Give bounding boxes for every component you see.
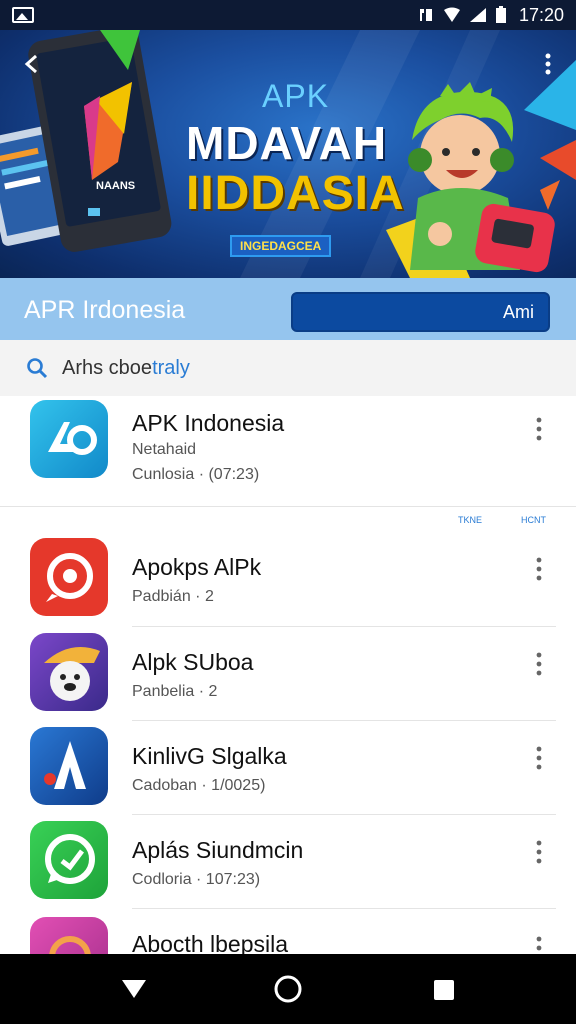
- app-subtitle: Padbián · 2: [132, 588, 214, 605]
- section-title: APR Irdonesia: [24, 296, 186, 324]
- signal-icon: [469, 8, 486, 22]
- app-subtitle: Netahaid: [132, 441, 197, 458]
- banner-title-line1: MDAVAH: [186, 117, 388, 169]
- list-item[interactable]: Apokps AlPk Padbián · 2: [0, 532, 576, 626]
- navigation-bar: [0, 954, 576, 1024]
- app-meta: Cunlosia · (07:23): [132, 466, 260, 483]
- item-menu-icon[interactable]: [532, 745, 546, 771]
- app-name: Aplás Siundmcin: [132, 837, 304, 863]
- item-menu-icon[interactable]: [532, 839, 546, 865]
- hero-banner: APK MDAVAH IIDDASIA INGEDAGCEA NAANS: [0, 30, 576, 278]
- list-item[interactable]: Aplás Siundmcin Codloria · 107:23): [0, 815, 576, 909]
- image-icon: [12, 7, 34, 23]
- mini-label: TKNE: [458, 515, 483, 525]
- item-menu-icon[interactable]: [532, 416, 546, 442]
- overflow-menu-icon[interactable]: [538, 52, 558, 76]
- list-item[interactable]: APK Indonesia Netahaid Cunlosia · (07:23…: [0, 396, 576, 506]
- aplas-icon: [30, 821, 108, 899]
- list-item[interactable]: Alpk SUboa Panbelia · 2: [0, 627, 576, 721]
- app-subtitle: Panbelia · 2: [132, 683, 218, 700]
- notification-icon: [419, 9, 432, 21]
- home-circle-icon[interactable]: [273, 974, 303, 1004]
- list-item[interactable]: Abocth lbepsila: [0, 909, 576, 954]
- alpk-suboa-icon: [30, 633, 108, 711]
- banner-small-title: APK: [262, 78, 330, 114]
- mini-label: HCNT: [521, 515, 546, 525]
- list-item[interactable]: KinlivG Slgalka Cadoban · 1/0025): [0, 721, 576, 815]
- item-menu-icon[interactable]: [532, 935, 546, 954]
- search-input[interactable]: Arhs cboetraly: [62, 357, 190, 380]
- mini-labels: TKNE HCNT: [0, 515, 576, 527]
- app-name: Apokps AlPk: [132, 554, 262, 580]
- app-name: Abocth lbepsila: [132, 931, 288, 954]
- status-time: 17:20: [518, 4, 564, 25]
- app-name: APK Indonesia: [132, 410, 285, 436]
- banner-badge: INGEDAGCEA: [230, 235, 332, 257]
- phone-screen-label: NAANS: [96, 180, 136, 192]
- banner-title-line2: IIDDASIA: [186, 167, 405, 220]
- recents-square-icon[interactable]: [432, 978, 456, 1002]
- kinlivg-icon: [30, 727, 108, 805]
- wifi-icon: [443, 7, 460, 22]
- apk-indonesia-icon: [30, 400, 108, 478]
- battery-icon: [495, 6, 506, 23]
- app-name: KinlivG Slgalka: [132, 743, 287, 769]
- back-triangle-icon[interactable]: [121, 978, 147, 1000]
- divider: [0, 506, 576, 507]
- back-arrow-icon[interactable]: [20, 52, 44, 76]
- apokps-icon: [30, 538, 108, 616]
- app-name: Alpk SUboa: [132, 649, 254, 675]
- abocth-icon: [30, 917, 108, 954]
- app-subtitle: Cadoban · 1/0025): [132, 777, 266, 794]
- header-action-button[interactable]: Ami: [291, 292, 550, 332]
- header-strip: APR Irdonesia Ami: [0, 278, 576, 340]
- app-subtitle: Codloria · 107:23): [132, 871, 261, 888]
- item-menu-icon[interactable]: [532, 556, 546, 582]
- item-menu-icon[interactable]: [532, 651, 546, 677]
- search-icon: [27, 358, 48, 379]
- search-bar[interactable]: Arhs cboetraly: [0, 340, 576, 396]
- status-bar: 17:20: [0, 0, 576, 30]
